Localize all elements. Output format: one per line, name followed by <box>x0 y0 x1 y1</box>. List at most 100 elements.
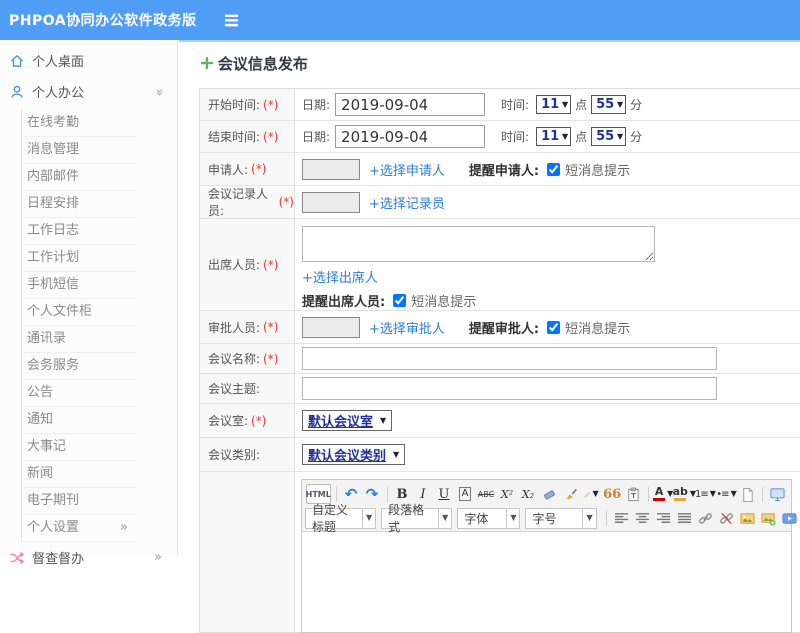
home-icon <box>11 54 23 67</box>
sidebar-item-desktop[interactable]: 个人桌面 <box>0 45 177 76</box>
start-date-input[interactable] <box>335 93 486 116</box>
attendees-sms-checkbox[interactable] <box>393 294 407 307</box>
minute-unit-label: 分 <box>630 98 643 112</box>
font-color-icon: A <box>653 486 666 501</box>
form-row-recorder: 会议记录人员: (*) +选择记录员 <box>200 186 800 219</box>
redo-button[interactable]: ↷ <box>363 484 382 504</box>
app-header: PHPOA协同办公软件政务版 ≡ <box>0 0 800 40</box>
attendees-textarea[interactable] <box>302 226 655 262</box>
ordered-list-button[interactable]: 1≡ ▼ <box>695 484 716 504</box>
new-page-button[interactable] <box>738 484 757 504</box>
recorder-input[interactable] <box>302 191 360 213</box>
unlink-button[interactable] <box>717 508 736 528</box>
fullscreen-button[interactable] <box>768 484 787 504</box>
blockquote-button[interactable]: 66 <box>603 484 622 504</box>
link-icon <box>698 512 712 524</box>
font-box-button[interactable]: A <box>456 484 475 504</box>
page-title: + 会议信息发布 <box>199 52 308 74</box>
required-mark: (*) <box>263 320 279 334</box>
net-image-button[interactable] <box>759 508 778 528</box>
field-label: 出席人员: (*) <box>200 219 295 310</box>
remind-approver-label: 提醒审批人: <box>468 321 540 337</box>
align-center-icon <box>635 512 649 523</box>
font-box-icon: A <box>458 487 472 501</box>
sidebar-item-news[interactable]: 新闻 <box>22 461 136 488</box>
applicant-sms-checkbox[interactable] <box>547 162 561 176</box>
field-label: 审批人员: (*) <box>200 311 295 343</box>
paste-text-button[interactable] <box>624 484 643 504</box>
highlight-color-button[interactable]: ab ▼ <box>673 484 696 504</box>
remind-attendees-label: 提醒出席人员: <box>302 295 386 310</box>
choose-applicant-link[interactable]: +选择申请人 <box>369 160 445 179</box>
approver-input[interactable] <box>302 316 360 338</box>
paragraph-format-select[interactable]: 段落格式 ▼ <box>381 503 453 534</box>
sidebar-item-sms[interactable]: 手机短信 <box>22 272 136 299</box>
sidebar-item-announcement[interactable]: 公告 <box>22 380 136 407</box>
justify-icon <box>677 512 691 523</box>
form-row-meeting-room: 会议室: (*) 默认会议室 ▼ <box>200 404 800 438</box>
strikethrough-button[interactable]: ABC <box>477 484 496 504</box>
sidebar-item-work-plan[interactable]: 工作计划 <box>22 245 136 272</box>
hamburger-menu-icon[interactable]: ≡ <box>223 9 241 31</box>
sidebar-item-contacts[interactable]: 通讯录 <box>22 326 136 353</box>
font-family-select[interactable]: 字体 ▼ <box>457 507 521 529</box>
sidebar-item-supervise[interactable]: 督查督办 » <box>0 542 177 573</box>
end-minute-select[interactable]: 55 ▼ <box>591 127 627 146</box>
minute-unit-label: 分 <box>630 130 643 144</box>
font-size-select[interactable]: 字号 ▼ <box>525 507 597 529</box>
meeting-room-select[interactable]: 默认会议室 ▼ <box>302 410 393 431</box>
sidebar-item-label: 个人办公 <box>32 86 85 101</box>
sidebar-item-notice[interactable]: 通知 <box>22 407 136 434</box>
quick-format-button[interactable]: ▼ <box>582 484 601 504</box>
subscript-button[interactable]: X₂ <box>519 484 538 504</box>
align-right-button[interactable] <box>654 508 673 528</box>
sidebar-item-work-log[interactable]: 工作日志 <box>22 218 136 245</box>
sidebar-item-online-attendance[interactable]: 在线考勤 <box>22 110 136 137</box>
sidebar-item-meeting-service[interactable]: 会务服务 <box>22 353 136 380</box>
image-plus-icon <box>761 512 776 526</box>
shuffle-icon <box>10 551 25 564</box>
start-hour-select[interactable]: 11 ▼ <box>536 95 572 114</box>
sidebar-item-internal-mail[interactable]: 内部邮件 <box>22 164 136 191</box>
meeting-topic-input[interactable] <box>302 377 717 400</box>
meeting-name-input[interactable] <box>302 347 717 370</box>
sidebar-item-e-journal[interactable]: 电子期刊 <box>22 488 136 515</box>
choose-approver-link[interactable]: +选择审批人 <box>369 318 445 337</box>
editor-content-area[interactable] <box>302 532 791 632</box>
choose-attendees-link[interactable]: +选择出席人 <box>302 271 378 286</box>
sidebar-item-schedule[interactable]: 日程安排 <box>22 191 136 218</box>
justify-button[interactable] <box>675 508 694 528</box>
sidebar-item-office[interactable]: 个人办公 » <box>0 76 177 107</box>
align-left-button[interactable] <box>612 508 631 528</box>
font-color-button[interactable]: A ▼ <box>653 484 673 504</box>
sidebar-item-file-cabinet[interactable]: 个人文件柜 <box>22 299 136 326</box>
align-center-button[interactable] <box>633 508 652 528</box>
start-minute-select[interactable]: 55 ▼ <box>591 95 627 114</box>
arrow-right-icon: » <box>154 550 162 565</box>
heading-select[interactable]: 自定义标题 ▼ <box>305 503 377 534</box>
link-button[interactable] <box>696 508 715 528</box>
choose-recorder-link[interactable]: +选择记录员 <box>369 193 445 212</box>
end-hour-select[interactable]: 11 ▼ <box>536 127 572 146</box>
sidebar-item-personal-settings[interactable]: 个人设置 » <box>22 515 136 542</box>
format-brush-button[interactable] <box>561 484 580 504</box>
media-button[interactable] <box>780 508 799 528</box>
form-row-end-time: 结束时间: (*) 日期: 时间: 11 ▼ 点 55 ▼ 分 <box>200 121 800 153</box>
redo-icon: ↷ <box>365 485 379 503</box>
highlight-icon: ab <box>673 486 688 501</box>
applicant-input[interactable] <box>302 158 360 180</box>
form-row-meeting-topic: 会议主题: <box>200 374 800 404</box>
chevron-double-down-icon: » <box>151 88 167 95</box>
approver-sms-checkbox[interactable] <box>547 320 561 334</box>
superscript-button[interactable]: X² <box>498 484 517 504</box>
sidebar-item-memorabilia[interactable]: 大事记 <box>22 434 136 461</box>
bullet-list-button[interactable]: •≡ ▼ <box>716 484 736 504</box>
caret-down-icon: ▼ <box>616 131 624 141</box>
caret-down-icon: ▼ <box>616 99 624 109</box>
meeting-type-select[interactable]: 默认会议类别 ▼ <box>302 444 406 465</box>
end-date-input[interactable] <box>335 125 486 148</box>
image-button[interactable] <box>738 508 757 528</box>
field-label: 申请人: (*) <box>200 153 295 185</box>
sidebar-item-message-management[interactable]: 消息管理 <box>22 137 136 164</box>
remove-format-button[interactable] <box>540 484 559 504</box>
